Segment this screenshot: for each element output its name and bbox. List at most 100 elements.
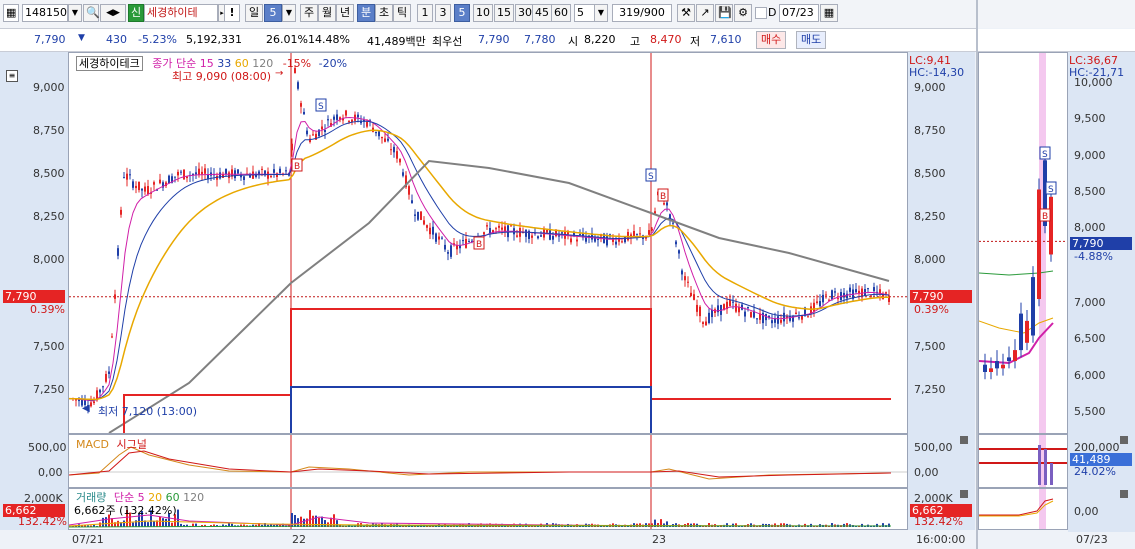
candle-body (399, 158, 401, 163)
side-volume-panel (978, 434, 1068, 488)
year-button[interactable]: 년 (336, 4, 354, 22)
prev-next-icon[interactable]: ◀▶ (100, 4, 126, 22)
volume-bar (177, 509, 179, 527)
buy-button[interactable]: 매수 (756, 31, 787, 49)
draw-tool-icon[interactable]: ↗ (696, 4, 714, 22)
indicator-icon[interactable]: ⚒ (677, 4, 695, 22)
low-price: 7,610 (710, 33, 742, 46)
high-price: 8,470 (650, 33, 682, 46)
interval-10-button[interactable]: 10 (473, 4, 493, 22)
candle-body (297, 82, 299, 89)
signal-line (69, 450, 892, 478)
candle-body (129, 174, 131, 176)
range-field[interactable]: 319/900 (612, 4, 672, 22)
save-icon[interactable]: 💾 (715, 4, 733, 22)
interval-5-button[interactable]: 5 (454, 4, 470, 22)
period-number-button[interactable]: 5 (264, 4, 282, 22)
left-tick: 7,500 (33, 340, 65, 353)
period-day-button[interactable]: 일 (245, 4, 263, 22)
price-chart-svg: BSBSB (69, 53, 907, 433)
date-tick: 07/21 (72, 533, 104, 546)
minute-button[interactable]: 분 (357, 4, 375, 22)
candle-body (117, 248, 119, 256)
candle-body (285, 170, 287, 172)
sell-button[interactable]: 매도 (796, 31, 827, 49)
period-dropdown[interactable]: ▼ (282, 4, 296, 22)
candle-body (867, 288, 869, 290)
legend-stock-name: 세경하이테크 (76, 56, 143, 71)
side-chart-svg: S S B (979, 53, 1067, 433)
interval-15-button[interactable]: 15 (494, 4, 514, 22)
candle-body (426, 225, 428, 228)
candle-body (267, 171, 269, 179)
settings-gear-icon[interactable]: ⚙ (734, 4, 752, 22)
candle-body (444, 244, 446, 250)
volume-close-icon[interactable] (960, 490, 968, 498)
macd-left-tick: 500,00 (28, 441, 67, 454)
candle-body (888, 295, 890, 303)
candle-body (819, 301, 821, 307)
right-volume-pct: 132.42% (914, 515, 963, 528)
right-tick: 9,000 (914, 81, 946, 94)
side-tick: 8,000 (1074, 221, 1106, 234)
volume-bar (318, 517, 320, 527)
high-arrow-icon: → (275, 68, 284, 79)
week-button[interactable]: 주 (300, 4, 318, 22)
panel-menu-icon[interactable]: ≡ (6, 70, 18, 82)
code-dropdown[interactable]: ▼ (68, 4, 82, 22)
second-button[interactable]: 초 (375, 4, 393, 22)
side-vol-close-icon[interactable] (1120, 436, 1128, 444)
warning-button[interactable]: ! (224, 4, 240, 22)
candle-body (441, 237, 443, 239)
candle-body (783, 312, 785, 322)
side-ind-close-icon[interactable] (1120, 490, 1128, 498)
macd-close-icon[interactable] (960, 436, 968, 444)
date-input[interactable]: 07/23 (779, 4, 819, 22)
candle-body (813, 302, 815, 312)
candle-body (654, 211, 656, 214)
stock-code-input[interactable]: 148150 (22, 4, 68, 22)
count-dropdown[interactable]: ▼ (594, 4, 608, 22)
candle-body (135, 185, 137, 189)
candle-body (624, 236, 626, 243)
ma60-line (69, 129, 889, 401)
candle-body (501, 227, 503, 230)
candle-body (138, 181, 140, 191)
candle-body (102, 386, 104, 388)
candle-body (366, 121, 368, 127)
month-button[interactable]: 월 (318, 4, 336, 22)
interval-1-button[interactable]: 1 (417, 4, 433, 22)
search-icon[interactable]: 🔍 (83, 4, 100, 22)
low-arrow-icon: ◀ (82, 403, 90, 414)
candle-body (807, 316, 809, 318)
volume-rate: 26.01% (266, 33, 308, 46)
candle-body (201, 171, 203, 175)
grid-icon[interactable]: ▦ (3, 4, 19, 22)
candle-body (390, 149, 392, 151)
ma33-line (69, 120, 890, 401)
candle-body (690, 292, 692, 297)
candle-body (858, 290, 860, 294)
candle-body (498, 225, 500, 228)
candle-body (576, 239, 578, 242)
tick-button[interactable]: 틱 (393, 4, 411, 22)
interval-3-button[interactable]: 3 (435, 4, 451, 22)
stock-name-field[interactable]: 세경하이테 (144, 4, 218, 22)
right-tick: 7,250 (914, 383, 946, 396)
side-date: 07/23 (1076, 533, 1108, 546)
interval-45-button[interactable]: 45 (532, 4, 552, 22)
candle-body (510, 225, 512, 227)
d-checkbox[interactable] (755, 7, 767, 19)
price-panel: BSBSB (68, 52, 908, 434)
candle-body (579, 234, 581, 236)
side-candle-body (995, 361, 999, 369)
interval-60-button[interactable]: 60 (551, 4, 571, 22)
current-price: 7,790 (34, 33, 66, 46)
calendar-icon[interactable]: ▦ (820, 4, 838, 22)
signal-marker-letter: S (318, 102, 324, 112)
candle-body (423, 220, 425, 225)
candle-body (834, 291, 836, 293)
candle-body (321, 126, 323, 130)
volume-ma120: 120 (183, 491, 205, 504)
volume-bar (162, 518, 164, 527)
